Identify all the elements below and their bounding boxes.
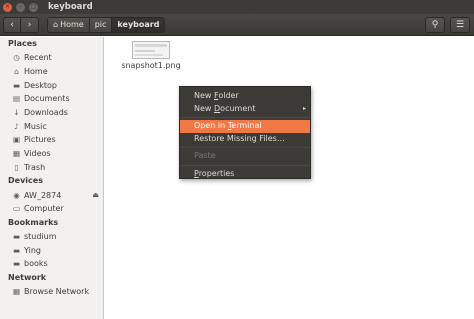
sidebar-item-computer[interactable]: ▭ Computer xyxy=(0,202,103,216)
chevron-left-icon: ‹ xyxy=(10,19,14,30)
hamburger-menu-icon: ☰ xyxy=(455,20,465,30)
breadcrumb-home[interactable]: ⌂ Home xyxy=(47,16,90,33)
eject-icon[interactable]: ⏏ xyxy=(92,191,99,199)
submenu-arrow-icon: ▸ xyxy=(302,104,306,112)
title-bar: × – □ keyboard xyxy=(0,0,474,14)
sidebar-item-label: Home xyxy=(24,67,48,77)
toolbar-actions: ⚲ ☰ xyxy=(420,17,470,33)
download-icon: ↓ xyxy=(13,108,20,118)
sidebar-item-label: Downloads xyxy=(24,108,68,118)
menu-item-restore-missing-files[interactable]: Restore Missing Files… xyxy=(180,133,310,146)
folder-icon: ▬ xyxy=(12,231,21,241)
sidebar-item-trash[interactable]: ▯ Trash xyxy=(0,161,103,175)
sidebar-item-label: Music xyxy=(24,121,47,131)
sidebar-item-browse-network[interactable]: ▦ Browse Network xyxy=(0,285,103,299)
trash-icon: ▯ xyxy=(14,162,19,172)
sidebar-item-ying[interactable]: ▬ Ying xyxy=(0,243,103,257)
sidebar-item-label: Documents xyxy=(24,94,70,104)
sidebar-item-pictures[interactable]: ▣ Pictures xyxy=(0,133,103,147)
sidebar-item-label: Recent xyxy=(24,53,52,63)
file-name: snapshot1.png xyxy=(121,61,181,70)
music-icon: ♪ xyxy=(14,121,19,131)
sidebar-item-label: Desktop xyxy=(24,80,57,90)
sidebar-header-places: Places xyxy=(8,39,37,48)
clock-icon: ◷ xyxy=(13,53,20,63)
sidebar-item-label: Pictures xyxy=(24,135,56,145)
nav-buttons: ‹ › xyxy=(3,16,39,33)
menu-item-properties[interactable]: Properties xyxy=(180,168,310,181)
menu-separator xyxy=(180,164,310,166)
sidebar-item-recent[interactable]: ◷ Recent xyxy=(0,51,103,65)
search-button[interactable]: ⚲ xyxy=(425,17,445,33)
image-thumbnail-icon xyxy=(132,41,170,59)
sidebar-item-label: books xyxy=(24,259,48,269)
sidebar-item-label: Trash xyxy=(24,162,46,172)
sidebar-header-bookmarks: Bookmarks xyxy=(8,217,59,227)
home-icon: ⌂ xyxy=(14,67,19,77)
close-window-button[interactable]: × xyxy=(3,2,12,12)
sidebar-item-label: Computer xyxy=(24,204,64,214)
menu-item-open-in-terminal[interactable]: Open in Terminal xyxy=(180,120,310,133)
toolbar: ‹ › ⌂ Home pic keyboard ⚲ ☰ xyxy=(0,14,474,36)
network-icon: ▦ xyxy=(12,286,21,296)
disk-icon: ◉ xyxy=(13,190,20,200)
breadcrumb: ⌂ Home pic keyboard xyxy=(47,16,166,33)
window-controls: × – □ xyxy=(3,2,42,12)
sidebar-item-label: studium xyxy=(24,231,57,241)
window-title: keyboard xyxy=(48,2,93,12)
sidebar-item-label: Browse Network xyxy=(24,286,90,296)
computer-icon: ▭ xyxy=(12,204,21,214)
menu-separator xyxy=(180,117,310,118)
sidebar-item-label: Ying xyxy=(24,245,41,255)
menu-item-new-folder[interactable]: New Folder xyxy=(180,90,310,103)
sidebar-item-music[interactable]: ♪ Music xyxy=(0,119,103,133)
sidebar-item-home[interactable]: ⌂ Home xyxy=(0,65,103,79)
breadcrumb-keyboard[interactable]: keyboard xyxy=(111,16,166,33)
forward-button[interactable]: › xyxy=(21,16,39,33)
sidebar-item-desktop[interactable]: ▬ Desktop xyxy=(0,78,103,92)
maximize-icon: □ xyxy=(30,3,37,10)
menu-item-paste: Paste xyxy=(194,151,216,160)
sidebar-item-documents[interactable]: ▤ Documents xyxy=(0,92,103,106)
sidebar-item-downloads[interactable]: ↓ Downloads xyxy=(0,106,103,120)
sidebar-item-studium[interactable]: ▬ studium xyxy=(0,230,103,244)
menu-item-new-document[interactable]: New Document ▸ xyxy=(180,103,310,116)
context-menu: New Folder New Document ▸ Open in Termina… xyxy=(179,86,311,179)
folder-icon: ▬ xyxy=(12,245,21,255)
documents-folder-icon: ▤ xyxy=(12,94,21,104)
pictures-icon: ▣ xyxy=(12,135,21,145)
breadcrumb-label: pic xyxy=(94,20,107,29)
sidebar-item-label: Videos xyxy=(24,149,51,159)
videos-icon: ▦ xyxy=(12,149,21,159)
desktop-folder-icon: ▬ xyxy=(12,80,21,90)
file-item[interactable]: snapshot1.png xyxy=(121,41,181,70)
home-icon: ⌂ xyxy=(53,20,59,29)
sidebar-item-label: AW_2874 xyxy=(24,190,62,200)
breadcrumb-label: Home xyxy=(60,20,84,29)
sidebar-header-devices: Devices xyxy=(8,176,43,186)
minimize-window-button[interactable]: – xyxy=(16,2,25,12)
sidebar-item-aw-2874[interactable]: ◉ AW_2874 ⏏ xyxy=(0,188,103,202)
chevron-right-icon: › xyxy=(27,19,32,30)
close-icon: × xyxy=(4,3,11,10)
maximize-window-button[interactable]: □ xyxy=(29,2,38,12)
breadcrumb-label: keyboard xyxy=(117,20,160,29)
back-button[interactable]: ‹ xyxy=(3,16,21,33)
sidebar-item-books[interactable]: ▬ books xyxy=(0,257,103,271)
menu-separator xyxy=(180,147,310,148)
sidebar: Places ◷ Recent ⌂ Home ▬ Desktop ▤ Documents… xyxy=(0,37,104,319)
folder-icon: ▬ xyxy=(12,259,21,269)
breadcrumb-pic[interactable]: pic xyxy=(88,16,113,33)
sidebar-header-network: Network xyxy=(8,272,47,282)
search-icon: ⚲ xyxy=(431,20,439,30)
minimize-icon: – xyxy=(19,3,22,10)
menu-button[interactable]: ☰ xyxy=(450,17,470,33)
sidebar-item-videos[interactable]: ▦ Videos xyxy=(0,147,103,161)
